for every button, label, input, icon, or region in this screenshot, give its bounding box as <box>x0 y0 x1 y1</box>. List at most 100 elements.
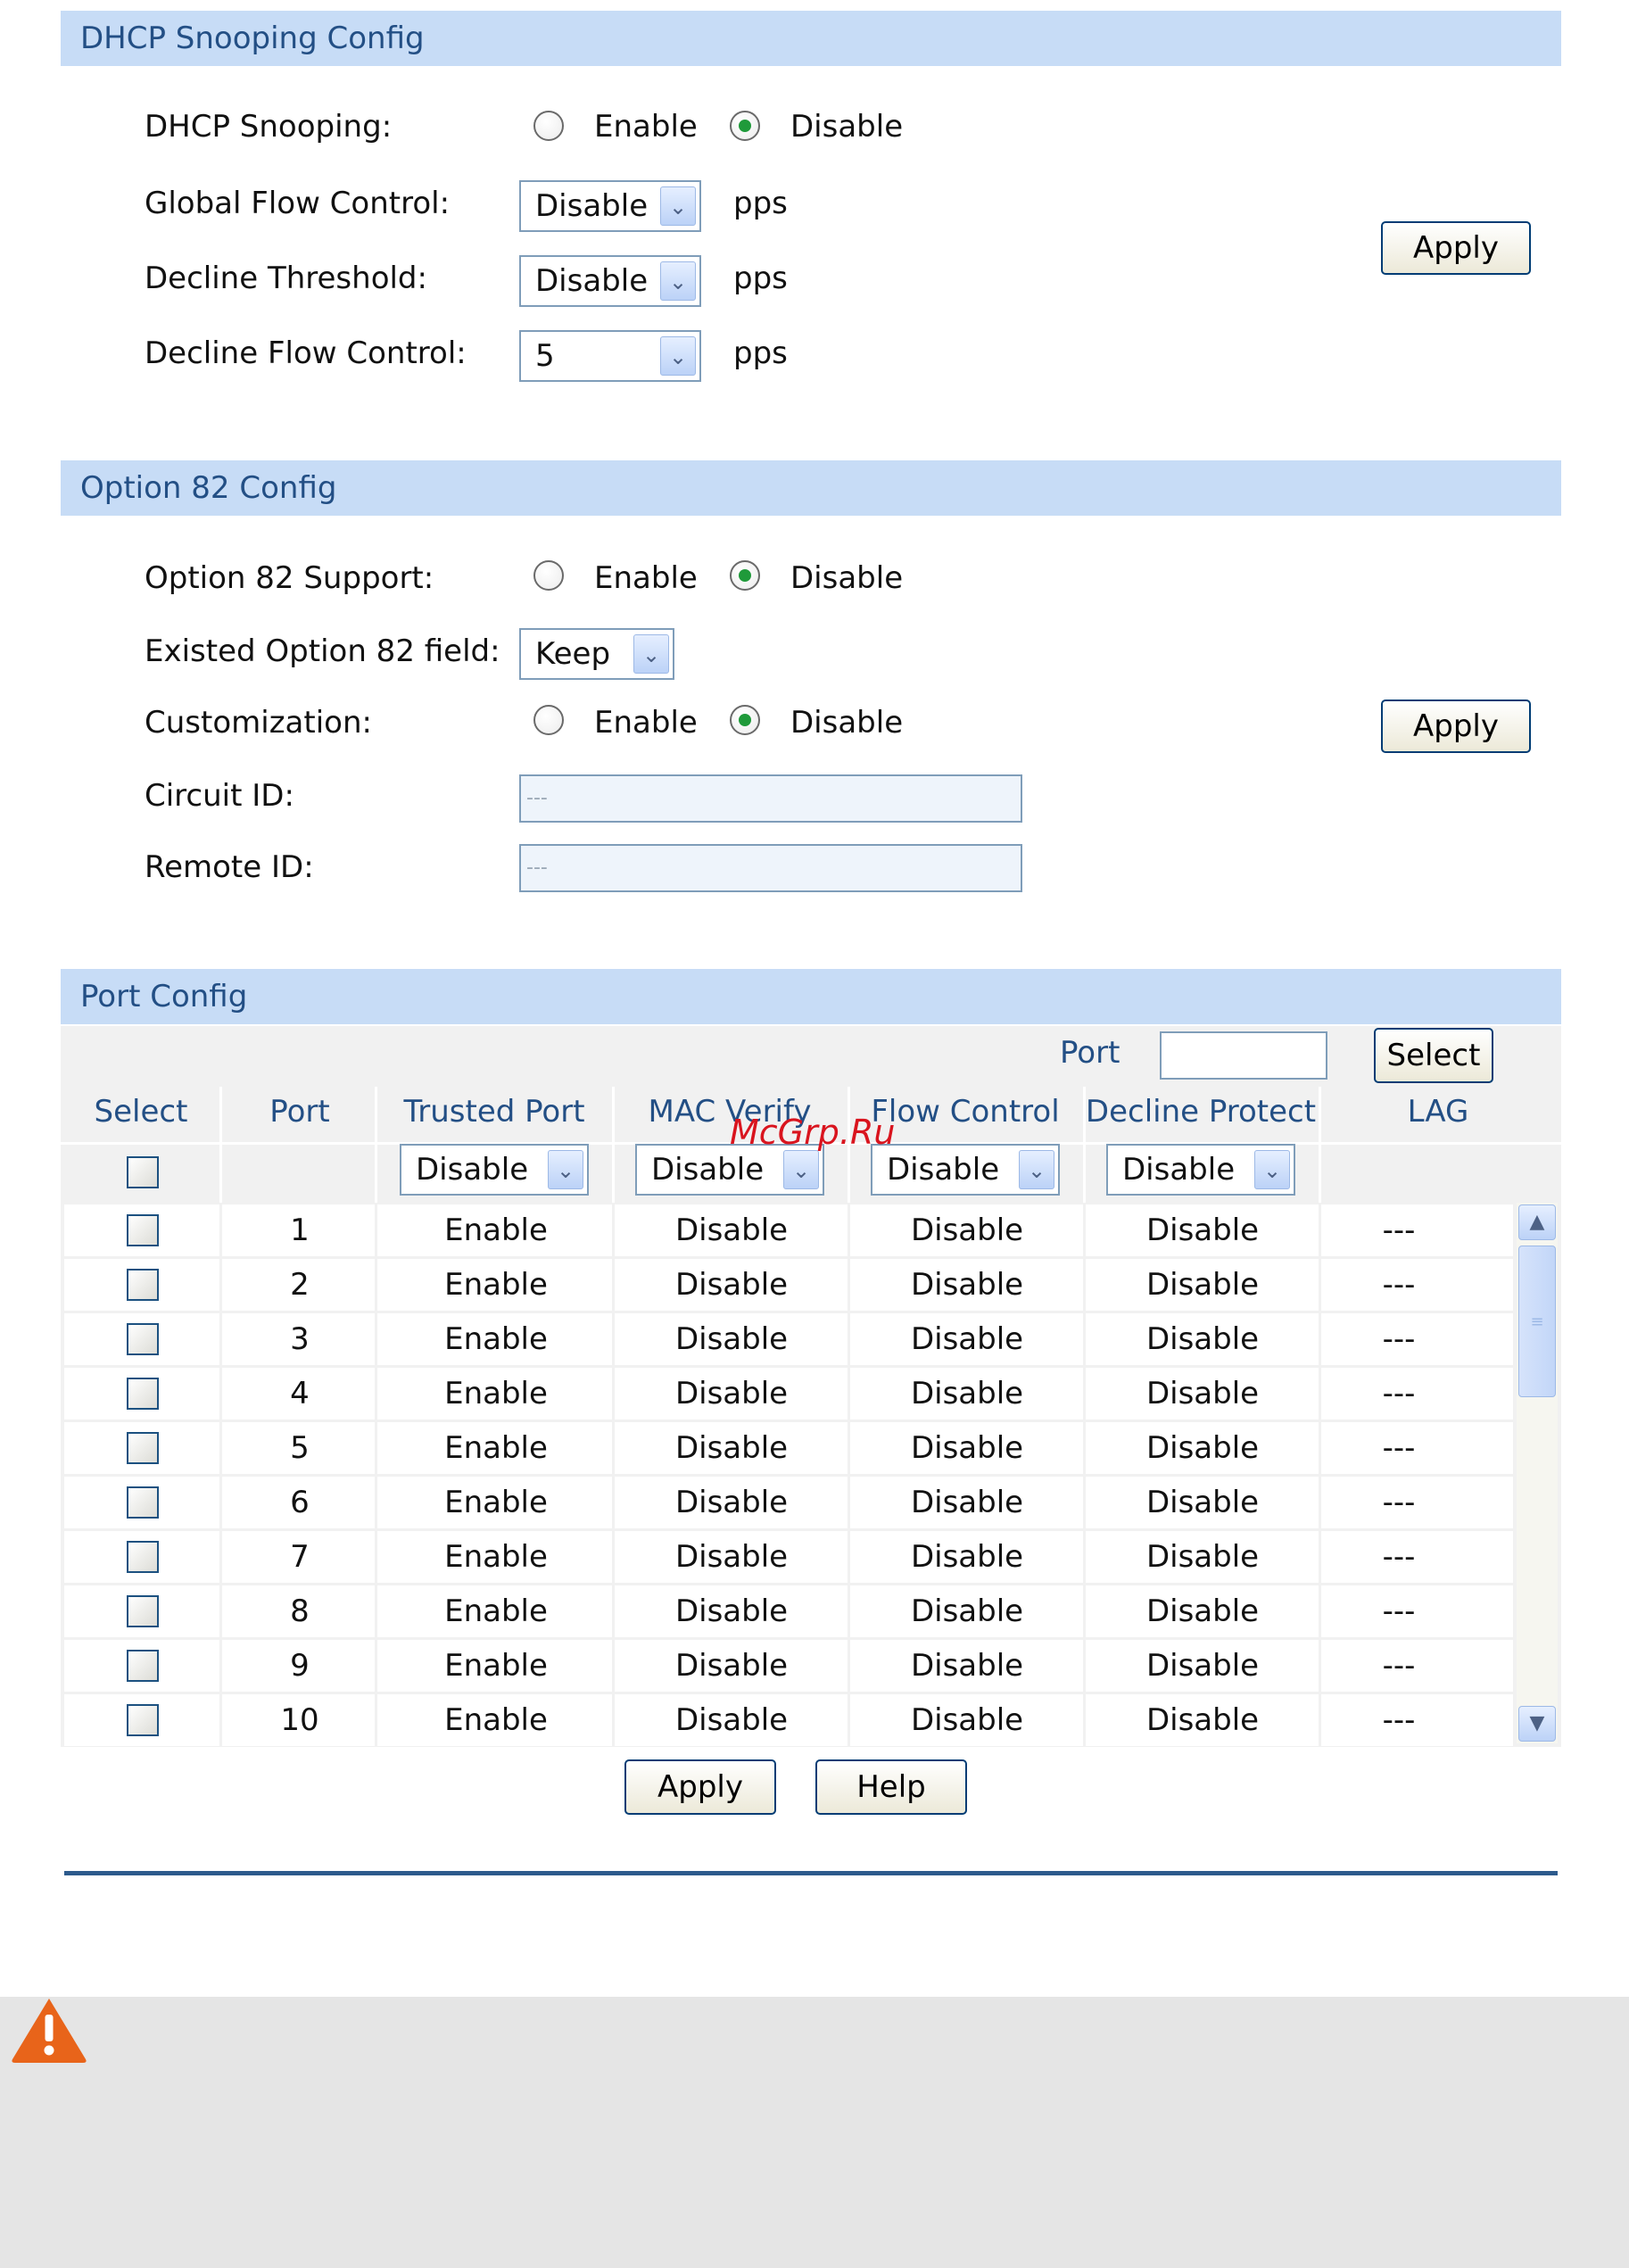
trusted-port-filter-select[interactable]: Disable ⌄ <box>400 1144 589 1196</box>
select-all-checkbox[interactable] <box>127 1156 159 1188</box>
column-header-select: Select <box>94 1094 188 1130</box>
cell-flow-control: Disable <box>910 1539 1024 1575</box>
dropdown-arrow-icon[interactable]: ⌄ <box>660 261 696 301</box>
row-checkbox[interactable] <box>127 1214 159 1246</box>
option82-disable-label: Disable <box>790 560 904 596</box>
dropdown-arrow-icon[interactable]: ⌄ <box>660 186 696 226</box>
table-row[interactable]: 9 Enable Disable Disable Disable --- <box>64 1640 1513 1692</box>
column-divider <box>1083 1087 1086 1203</box>
table-row[interactable]: 1 Enable Disable Disable Disable --- <box>64 1204 1513 1256</box>
cell-mac-verify: Disable <box>674 1539 789 1575</box>
decline-protect-filter-select[interactable]: Disable ⌄ <box>1106 1144 1295 1196</box>
cell-trusted-port: Enable <box>444 1267 548 1303</box>
existed-option82-select[interactable]: Keep ⌄ <box>519 628 674 680</box>
column-divider <box>219 1477 222 1528</box>
dhcp-snooping-label: DHCP Snooping: <box>145 109 393 145</box>
column-divider <box>219 1259 222 1311</box>
row-checkbox[interactable] <box>127 1269 159 1301</box>
cell-port: 5 <box>290 1430 310 1466</box>
global-flow-control-label: Global Flow Control: <box>145 186 451 221</box>
row-checkbox[interactable] <box>127 1378 159 1410</box>
column-header-lag: LAG <box>1407 1094 1469 1130</box>
dhcp-snooping-disable-radio[interactable] <box>730 111 760 141</box>
table-row[interactable]: 8 Enable Disable Disable Disable --- <box>64 1585 1513 1637</box>
row-checkbox[interactable] <box>127 1595 159 1627</box>
scroll-down-icon[interactable]: ▼ <box>1518 1706 1556 1742</box>
dropdown-arrow-icon[interactable]: ⌄ <box>548 1150 583 1189</box>
column-divider <box>1319 1087 1321 1203</box>
decline-flow-control-select[interactable]: 5 ⌄ <box>519 330 701 382</box>
circuit-id-input[interactable]: --- <box>519 774 1022 823</box>
row-checkbox[interactable] <box>127 1541 159 1573</box>
column-divider <box>219 1087 222 1203</box>
dhcp-snooping-disable-label: Disable <box>790 109 904 145</box>
column-divider <box>219 1422 222 1474</box>
watermark-text: McGrp.Ru <box>730 1113 896 1152</box>
cell-lag: --- <box>1382 1213 1416 1248</box>
decline-flow-unit: pps <box>733 335 788 371</box>
cell-port: 7 <box>290 1539 310 1575</box>
option82-enable-radio[interactable] <box>533 560 564 591</box>
port-search-input[interactable] <box>1160 1031 1327 1080</box>
table-row[interactable]: 2 Enable Disable Disable Disable --- <box>64 1259 1513 1311</box>
column-header-trusted-port: Trusted Port <box>403 1094 585 1130</box>
scroll-up-icon[interactable]: ▲ <box>1518 1204 1556 1240</box>
customization-enable-label: Enable <box>594 705 698 741</box>
dropdown-arrow-icon[interactable]: ⌄ <box>783 1150 819 1189</box>
dropdown-arrow-icon[interactable]: ⌄ <box>1019 1150 1054 1189</box>
cell-lag: --- <box>1382 1702 1416 1738</box>
cell-decline-protect: Disable <box>1145 1430 1260 1466</box>
table-row[interactable]: 7 Enable Disable Disable Disable --- <box>64 1531 1513 1583</box>
row-checkbox[interactable] <box>127 1432 159 1464</box>
existed-option82-label: Existed Option 82 field: <box>145 633 500 669</box>
help-button[interactable]: Help <box>815 1759 967 1815</box>
cell-flow-control: Disable <box>910 1267 1024 1303</box>
dropdown-arrow-icon[interactable]: ⌄ <box>1254 1150 1290 1189</box>
row-checkbox[interactable] <box>127 1704 159 1736</box>
scrollbar-thumb[interactable]: ≡ <box>1518 1246 1556 1397</box>
decline-threshold-unit: pps <box>733 261 788 296</box>
remote-id-input[interactable]: --- <box>519 844 1022 892</box>
row-checkbox[interactable] <box>127 1323 159 1355</box>
dhcp-apply-button[interactable]: Apply <box>1381 221 1531 275</box>
decline-flow-control-value: 5 <box>535 338 555 374</box>
cell-lag: --- <box>1382 1593 1416 1629</box>
table-scrollbar[interactable]: ▲ ≡ ▼ <box>1517 1203 1558 1743</box>
table-row[interactable]: 6 Enable Disable Disable Disable --- <box>64 1477 1513 1528</box>
customization-enable-radio[interactable] <box>533 705 564 735</box>
flow-control-filter-select[interactable]: Disable ⌄ <box>871 1144 1060 1196</box>
cell-trusted-port: Enable <box>444 1648 548 1684</box>
decline-threshold-select[interactable]: Disable ⌄ <box>519 255 701 307</box>
column-divider <box>375 1087 377 1203</box>
global-flow-control-select[interactable]: Disable ⌄ <box>519 180 701 232</box>
cell-port: 1 <box>290 1213 310 1248</box>
cell-mac-verify: Disable <box>674 1593 789 1629</box>
row-checkbox[interactable] <box>127 1650 159 1682</box>
cell-trusted-port: Enable <box>444 1593 548 1629</box>
option82-apply-button[interactable]: Apply <box>1381 699 1531 753</box>
cell-trusted-port: Enable <box>444 1702 548 1738</box>
option82-enable-label: Enable <box>594 560 698 596</box>
column-divider <box>219 1313 222 1365</box>
cell-trusted-port: Enable <box>444 1485 548 1520</box>
remote-id-label: Remote ID: <box>145 849 314 885</box>
table-row[interactable]: 4 Enable Disable Disable Disable --- <box>64 1368 1513 1420</box>
cell-trusted-port: Enable <box>444 1321 548 1357</box>
dropdown-arrow-icon[interactable]: ⌄ <box>660 336 696 376</box>
table-row[interactable]: 10 Enable Disable Disable Disable --- <box>64 1694 1513 1746</box>
table-row[interactable]: 3 Enable Disable Disable Disable --- <box>64 1313 1513 1365</box>
customization-disable-radio[interactable] <box>730 705 760 735</box>
column-divider <box>219 1204 222 1256</box>
row-checkbox[interactable] <box>127 1486 159 1519</box>
cell-decline-protect: Disable <box>1145 1267 1260 1303</box>
dropdown-arrow-icon[interactable]: ⌄ <box>633 634 669 674</box>
port-apply-button[interactable]: Apply <box>624 1759 776 1815</box>
table-row[interactable]: 5 Enable Disable Disable Disable --- <box>64 1422 1513 1474</box>
cell-flow-control: Disable <box>910 1648 1024 1684</box>
existed-option82-value: Keep <box>535 636 611 672</box>
dhcp-snooping-enable-radio[interactable] <box>533 111 564 141</box>
customization-disable-label: Disable <box>790 705 904 741</box>
port-select-button[interactable]: Select <box>1374 1028 1493 1083</box>
cell-decline-protect: Disable <box>1145 1702 1260 1738</box>
option82-disable-radio[interactable] <box>730 560 760 591</box>
